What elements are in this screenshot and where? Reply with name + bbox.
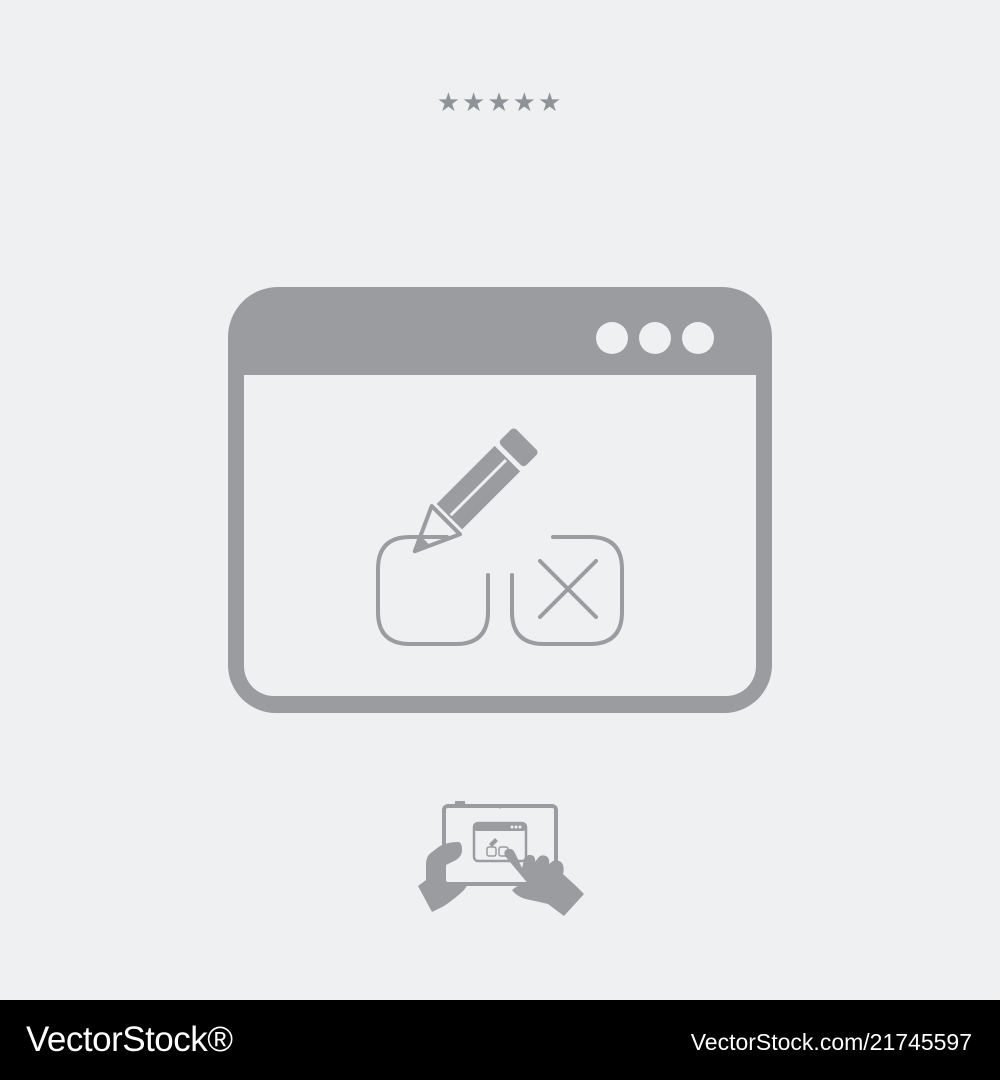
image-id-text: VectorStock.com/21745597 xyxy=(690,1029,972,1055)
watermark-footer: VectorStock® VectorStock.com/21745597 xyxy=(0,1000,1000,1080)
three-dots-icon xyxy=(596,322,714,354)
checkbox-empty-icon xyxy=(376,535,490,646)
illustration-area: ★★★★★ xyxy=(0,0,1000,1000)
checkbox-cross-icon xyxy=(510,535,624,646)
tablet-touch-hands-icon xyxy=(418,801,584,916)
pencil-icon xyxy=(412,428,538,554)
browser-window-icon xyxy=(228,287,772,713)
vectorstock-logo: VectorStock® xyxy=(26,1020,233,1059)
